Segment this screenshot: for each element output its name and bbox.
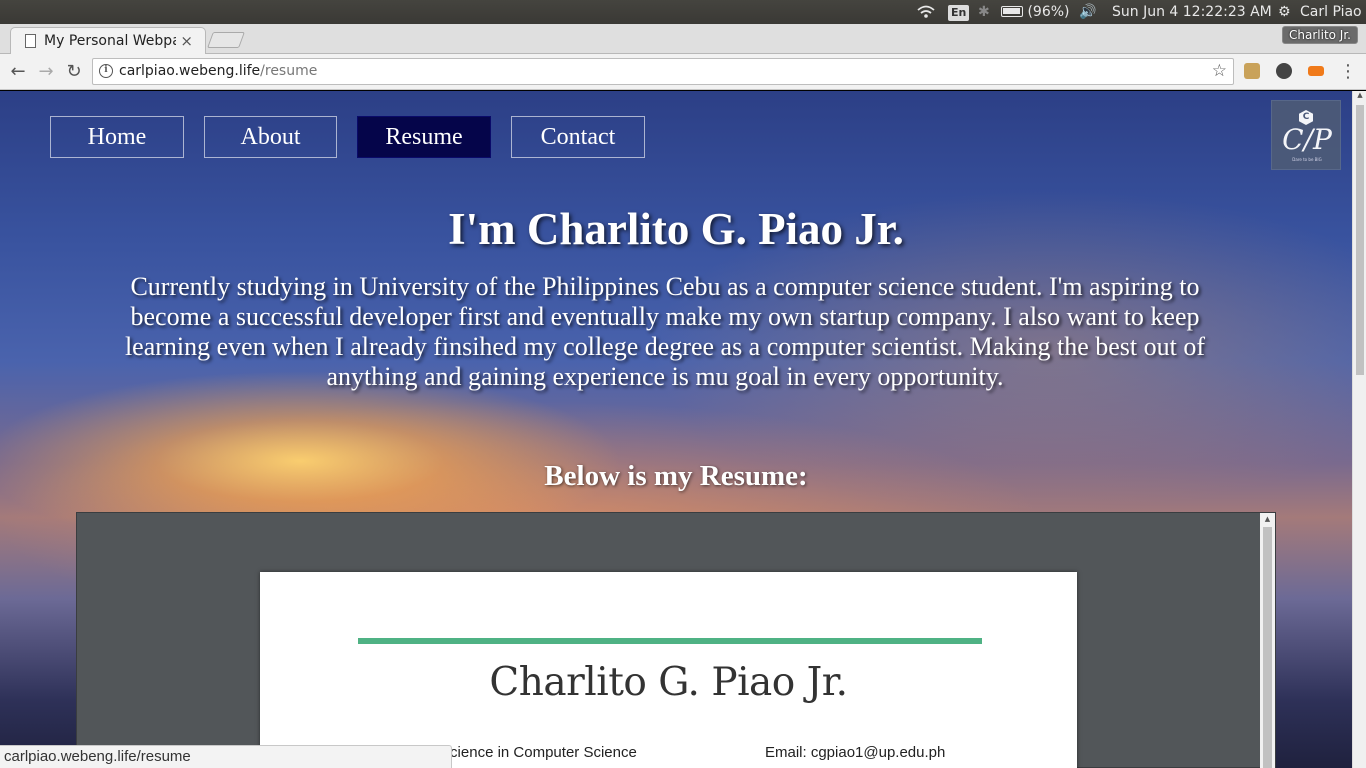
resume-heading: Below is my Resume:: [544, 460, 808, 492]
page-title: I'm Charlito G. Piao Jr.: [448, 204, 904, 254]
logo-tagline: Dare to be BIG: [1292, 157, 1322, 162]
resume-email: Email: cgpiao1@up.edu.ph: [765, 744, 946, 761]
battery-icon: [1001, 5, 1023, 17]
keyboard-language-indicator[interactable]: En: [948, 0, 970, 24]
nav-about[interactable]: About: [204, 116, 337, 158]
link-status-bubble: carlpiao.webeng.life/resume: [0, 745, 452, 768]
volume-icon[interactable]: 🔊: [1079, 0, 1096, 24]
forward-button[interactable]: →: [34, 60, 58, 84]
page-scrollbar[interactable]: ▲: [1352, 91, 1366, 768]
site-info-icon[interactable]: i: [99, 64, 113, 78]
resume-pdf-viewer[interactable]: Charlito G. Piao Jr. Bachelor of Science…: [76, 512, 1276, 768]
nav-home[interactable]: Home: [50, 116, 184, 158]
logo-monogram: C/P: [1282, 123, 1332, 156]
extension-icon-1[interactable]: [1244, 63, 1260, 79]
browser-tab[interactable]: My Personal Webpage ×: [10, 27, 206, 54]
page-scroll-up-icon[interactable]: ▲: [1353, 91, 1366, 103]
resume-accent-rule: [358, 638, 982, 644]
extension-icon-3[interactable]: [1308, 66, 1324, 76]
system-top-panel: En ✱ (96%) 🔊 Sun Jun 4 12:22:23 AM ⚙ Car…: [0, 0, 1366, 24]
resume-name: Charlito G. Piao Jr.: [489, 660, 848, 705]
intro-paragraph: Currently studying in University of the …: [124, 272, 1206, 391]
new-tab-button[interactable]: [207, 32, 245, 48]
gear-icon[interactable]: ⚙: [1278, 0, 1291, 24]
close-tab-icon[interactable]: ×: [180, 32, 193, 50]
bookmark-star-icon[interactable]: ☆: [1212, 61, 1227, 81]
pdf-scrollbar[interactable]: ▲: [1260, 513, 1275, 768]
browser-menu-icon[interactable]: ⋮: [1336, 60, 1360, 84]
browser-toolbar: ← → ↻ i carlpiao.webeng.life/resume ☆ ⋮: [0, 54, 1366, 90]
pdf-scroll-up-icon[interactable]: ▲: [1260, 515, 1275, 523]
language-label: En: [948, 5, 970, 21]
url-text: carlpiao.webeng.life/resume: [119, 63, 317, 79]
nav-resume[interactable]: Resume: [357, 116, 491, 158]
tab-title: My Personal Webpage: [44, 33, 176, 49]
page-scroll-thumb[interactable]: [1356, 105, 1364, 375]
url-domain: carlpiao.webeng.life: [119, 63, 261, 79]
browser-tab-strip: My Personal Webpage × Charlito Jr.: [0, 24, 1366, 54]
nav-contact[interactable]: Contact: [511, 116, 645, 158]
url-path: /resume: [260, 63, 318, 79]
extension-icon-2[interactable]: [1276, 63, 1292, 79]
clock[interactable]: Sun Jun 4 12:22:23 AM: [1112, 0, 1272, 24]
battery-percent: (96%): [1027, 4, 1070, 20]
bluetooth-icon[interactable]: ✱: [978, 0, 990, 24]
wifi-icon[interactable]: [916, 0, 936, 24]
pdf-scroll-thumb[interactable]: [1263, 527, 1272, 768]
resume-page: Charlito G. Piao Jr. Bachelor of Science…: [260, 572, 1077, 768]
site-logo[interactable]: C C/P Dare to be BIG: [1271, 100, 1341, 170]
user-name[interactable]: Carl Piao: [1300, 0, 1362, 24]
reload-button[interactable]: ↻: [62, 60, 86, 84]
back-button[interactable]: ←: [6, 60, 30, 84]
address-bar[interactable]: i carlpiao.webeng.life/resume ☆: [92, 58, 1234, 85]
page-viewport: Home About Resume Contact C C/P Dare to …: [0, 91, 1366, 768]
battery-indicator[interactable]: (96%): [1001, 0, 1070, 24]
page-icon: [25, 34, 36, 48]
profile-button[interactable]: Charlito Jr.: [1282, 26, 1358, 44]
